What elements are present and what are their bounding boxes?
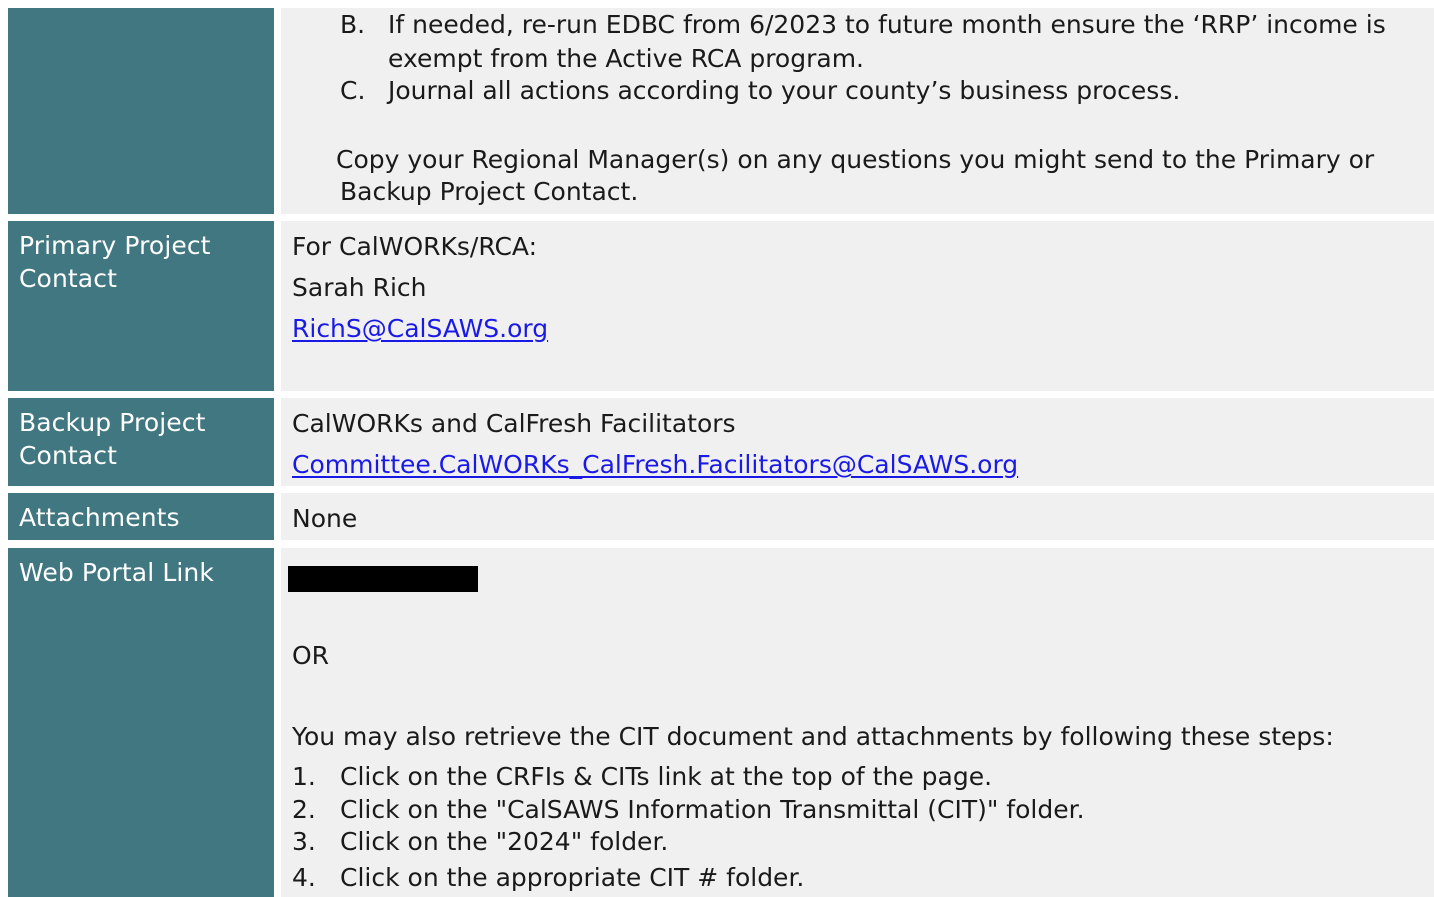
continued-content-cell: B. If needed, re-run EDBC from 6/2023 to… [281, 8, 1434, 214]
step-text: Click on the "CalSAWS Information Transm… [340, 795, 1085, 824]
attachments-label: Attachments [8, 493, 274, 540]
backup-contact-label-line2: Contact [19, 441, 117, 470]
redacted-link-block [288, 566, 478, 592]
step-number: 2. [292, 795, 316, 824]
step-text: Click on the "2024" folder. [340, 827, 669, 856]
continued-row: B. If needed, re-run EDBC from 6/2023 to… [8, 8, 1434, 214]
backup-contact-label: Backup Project Contact [8, 398, 274, 486]
attachments-value: None [292, 504, 358, 533]
attachments-row: Attachments None [8, 493, 1434, 540]
step-text: Click on the CRFIs & CITs link at the to… [340, 762, 993, 791]
backup-contact-email-link[interactable]: Committee.CalWORKs_CalFresh.Facilitators… [292, 448, 1018, 481]
primary-contact-label-line1: Primary Project [19, 231, 211, 260]
backup-contact-label-line1: Backup Project [19, 408, 206, 437]
or-text: OR [292, 641, 330, 670]
step-number: 4. [292, 863, 316, 892]
web-portal-content: OR You may also retrieve the CIT documen… [281, 548, 1434, 897]
primary-contact-program: For CalWORKs/RCA: [292, 232, 538, 261]
primary-contact-label-line2: Contact [19, 264, 117, 293]
primary-contact-label: Primary Project Contact [8, 221, 274, 391]
attachments-content: None [281, 493, 1434, 540]
web-portal-row: Web Portal Link OR You may also retrieve… [8, 548, 1434, 897]
retrieve-intro: You may also retrieve the CIT document a… [292, 722, 1334, 751]
step-text: Click on the appropriate CIT # folder. [340, 863, 805, 892]
copy-manager-note-continued: Backup Project Contact. [340, 177, 639, 206]
primary-contact-row: Primary Project Contact For CalWORKs/RCA… [8, 221, 1434, 391]
info-table: B. If needed, re-run EDBC from 6/2023 to… [8, 0, 1434, 897]
list-marker-c: C. [340, 76, 366, 105]
backup-contact-content: CalWORKs and CalFresh Facilitators Commi… [281, 398, 1434, 486]
list-marker-b: B. [340, 10, 366, 39]
primary-contact-content: For CalWORKs/RCA: Sarah Rich RichS@CalSA… [281, 221, 1434, 391]
primary-contact-name: Sarah Rich [292, 273, 427, 302]
web-portal-label: Web Portal Link [8, 548, 274, 897]
continued-label-cell [8, 8, 274, 214]
item-c-text: Journal all actions according to your co… [388, 76, 1181, 105]
backup-contact-row: Backup Project Contact CalWORKs and CalF… [8, 398, 1434, 486]
item-b-text-continued: exempt from the Active RCA program. [388, 44, 864, 73]
backup-contact-name: CalWORKs and CalFresh Facilitators [292, 409, 736, 438]
item-b-text: If needed, re-run EDBC from 6/2023 to fu… [388, 10, 1386, 39]
step-number: 3. [292, 827, 316, 856]
copy-manager-note: Copy your Regional Manager(s) on any que… [336, 145, 1375, 174]
primary-contact-email-link[interactable]: RichS@CalSAWS.org [292, 312, 548, 345]
step-number: 1. [292, 762, 316, 791]
